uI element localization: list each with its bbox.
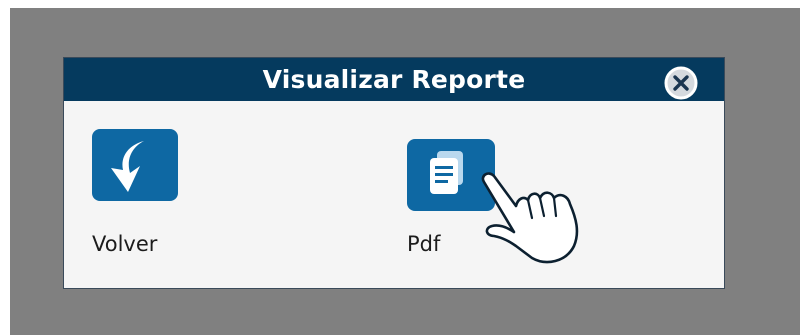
close-button[interactable]	[662, 64, 700, 102]
close-circle-icon	[664, 66, 698, 100]
report-dialog: Visualizar Reporte Volver Pdf	[63, 57, 725, 289]
back-arrow-icon	[92, 129, 178, 201]
hand-pointer-icon	[481, 172, 579, 264]
volver-label: Volver	[92, 232, 158, 256]
volver-button[interactable]	[92, 129, 178, 201]
pdf-label: Pdf	[407, 232, 441, 256]
dialog-header: Visualizar Reporte	[64, 58, 724, 101]
dialog-title: Visualizar Reporte	[262, 65, 526, 94]
